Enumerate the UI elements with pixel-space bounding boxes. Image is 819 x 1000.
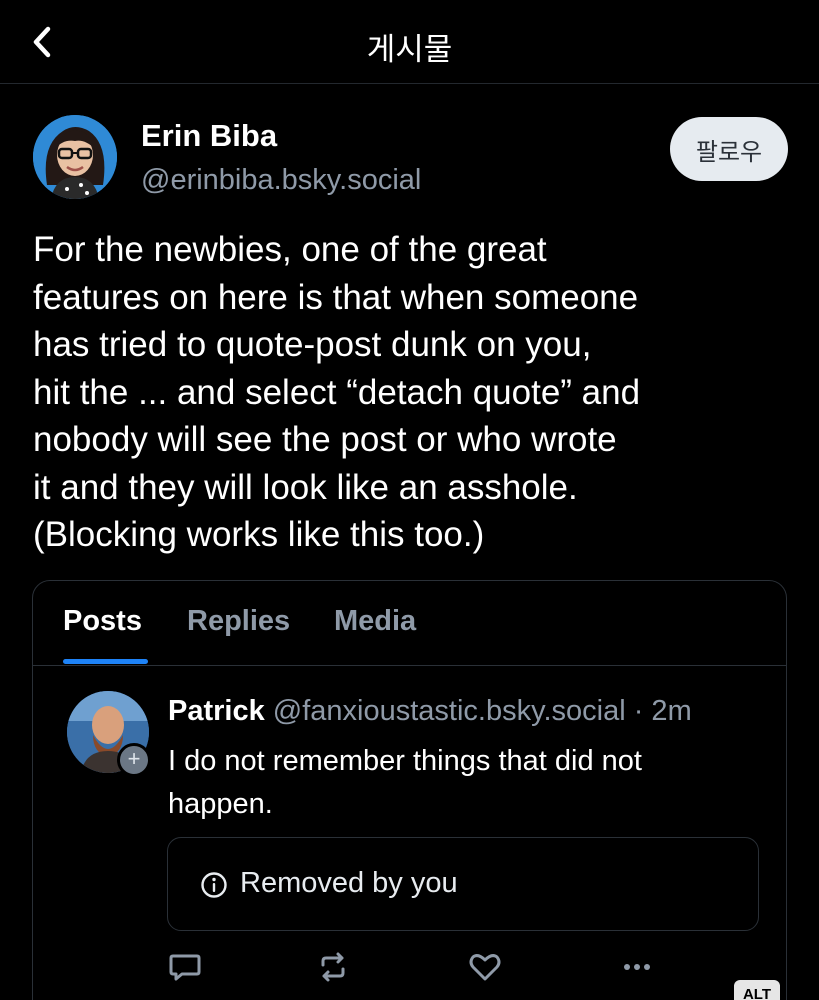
reply-handle-time: @fanxioustastic.bsky.social · 2m [264, 695, 692, 727]
follow-plus-badge[interactable]: + [117, 743, 151, 777]
removed-text: Removed by you [240, 867, 458, 899]
alt-text-badge[interactable]: ALT [734, 980, 780, 1000]
like-icon[interactable] [467, 949, 503, 985]
plus-icon: + [127, 746, 141, 771]
author-avatar-image [33, 115, 117, 199]
post-thread-page: 게시물 Erin Biba @erinbiba.bsky.social 팔로우 … [0, 0, 819, 1000]
author-name[interactable]: Erin Biba [141, 118, 277, 154]
post-text: For the newbies, one of the great featur… [33, 230, 641, 554]
info-icon [201, 872, 227, 898]
author-avatar[interactable] [33, 115, 117, 199]
author-handle[interactable]: @erinbiba.bsky.social [141, 164, 421, 197]
reply-text: I do not remember things that did not ha… [168, 745, 642, 820]
follow-button[interactable]: 팔로우 [670, 117, 788, 181]
tab-replies[interactable]: Replies [187, 605, 290, 638]
reply-header: Patrick @fanxioustastic.bsky.social · 2m [168, 695, 692, 728]
tab-posts[interactable]: Posts [63, 605, 142, 638]
top-bar: 게시물 [0, 0, 819, 84]
page-title: 게시물 [366, 32, 453, 68]
removed-quote-notice: Removed by you [167, 837, 759, 931]
tab-media[interactable]: Media [334, 605, 416, 638]
embed-tabs: Posts Replies Media [33, 581, 786, 666]
repost-icon[interactable] [315, 949, 351, 985]
reply-author-name[interactable]: Patrick [168, 695, 265, 727]
more-icon[interactable] [619, 949, 655, 985]
reply-icon[interactable] [167, 949, 203, 985]
active-tab-indicator [63, 659, 148, 664]
embedded-profile-card[interactable]: Posts Replies Media + Patrick @fanxioust… [32, 580, 787, 1000]
